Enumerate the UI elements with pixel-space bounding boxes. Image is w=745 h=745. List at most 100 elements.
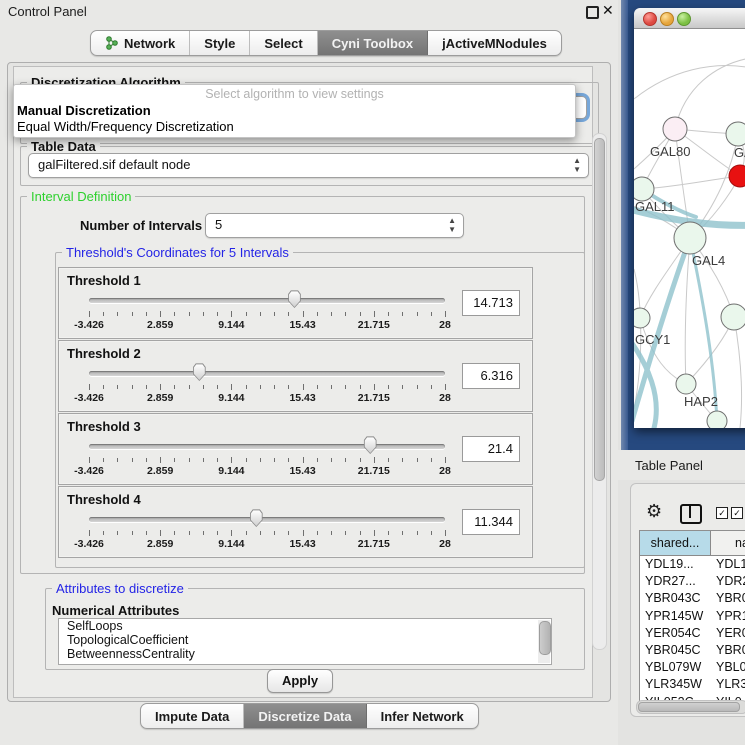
node-gal80[interactable] bbox=[663, 117, 687, 141]
tab-discretize-data[interactable]: Discretize Data bbox=[244, 704, 366, 728]
slider-track[interactable] bbox=[89, 444, 445, 449]
threshold-value-field[interactable]: 6.316 bbox=[462, 363, 520, 389]
cyni-bottom-tabs: Impute Data Discretize Data Infer Networ… bbox=[140, 703, 479, 729]
table-cell[interactable]: YBL0 bbox=[710, 659, 745, 676]
control-panel: Control Panel ✕ Network Style Select Cyn… bbox=[0, 0, 619, 745]
panel-title: Control Panel bbox=[8, 4, 87, 19]
column-header-name[interactable]: na bbox=[711, 531, 745, 555]
table-row[interactable]: YER054CYER0 bbox=[640, 625, 745, 642]
numerical-attributes-list[interactable]: SelfLoops TopologicalCoefficient Between… bbox=[58, 618, 552, 665]
table-cell[interactable]: YER0 bbox=[710, 625, 745, 642]
slider-thumb[interactable] bbox=[363, 436, 378, 454]
table-cell[interactable]: YLR345W bbox=[640, 676, 710, 693]
table-header-row: shared... na bbox=[640, 531, 745, 556]
node-gcy1[interactable] bbox=[634, 308, 650, 328]
popup-item-equal-width[interactable]: Equal Width/Frequency Discretization bbox=[14, 119, 575, 135]
table-cell[interactable]: YPR1 bbox=[710, 608, 745, 625]
table-cell[interactable]: YBR045C bbox=[640, 642, 710, 659]
node-clipped-bottom[interactable] bbox=[707, 411, 727, 428]
threshold-panel-4: Threshold 4 -3.4262.8599.14415.4321.7152… bbox=[58, 486, 533, 558]
popup-item-manual-discretization[interactable]: Manual Discretization bbox=[14, 103, 575, 119]
table-cell[interactable]: YBR0 bbox=[710, 642, 745, 659]
table-cell[interactable]: YDR27... bbox=[640, 573, 710, 590]
number-of-intervals-combobox[interactable]: 5 ▲▼ bbox=[205, 213, 464, 238]
table-row[interactable]: YBR045CYBR0 bbox=[640, 642, 745, 659]
list-item[interactable]: BetweennessCentrality bbox=[59, 648, 551, 661]
float-window-icon[interactable] bbox=[586, 6, 599, 19]
table-cell[interactable]: YPR145W bbox=[640, 608, 710, 625]
network-icon bbox=[105, 36, 119, 50]
threshold-value-field[interactable]: 14.713 bbox=[462, 290, 520, 316]
node-selected-red[interactable] bbox=[729, 165, 745, 187]
group-title: Table Data bbox=[27, 139, 100, 154]
apply-button[interactable]: Apply bbox=[267, 669, 333, 693]
checkbox-checked-icon[interactable]: ✓ bbox=[731, 507, 743, 519]
split-column-icon[interactable] bbox=[680, 504, 702, 524]
tab-cyni-toolbox[interactable]: Cyni Toolbox bbox=[318, 31, 428, 55]
slider-thumb[interactable] bbox=[192, 363, 207, 381]
table-cell[interactable]: YDL1 bbox=[710, 556, 745, 573]
table-cell[interactable]: YDL19... bbox=[640, 556, 710, 573]
tab-select[interactable]: Select bbox=[250, 31, 317, 55]
network-window-titlebar[interactable] bbox=[634, 8, 745, 29]
close-icon[interactable]: ✕ bbox=[602, 2, 614, 19]
control-panel-titlebar: Control Panel ✕ bbox=[0, 0, 618, 22]
node-label-gal4: GAL4 bbox=[692, 253, 725, 268]
close-traffic-light-icon[interactable] bbox=[643, 12, 657, 26]
table-data-combobox[interactable]: galFiltered.sif default node ▲▼ bbox=[28, 153, 589, 178]
node-label-gal11: GAL11 bbox=[635, 199, 675, 214]
table-row[interactable]: YLR345WYLR3 bbox=[640, 676, 745, 693]
tab-network[interactable]: Network bbox=[91, 31, 190, 55]
slider-thumb[interactable] bbox=[287, 290, 302, 308]
slider-track[interactable] bbox=[89, 517, 445, 522]
horizontal-scrollbar[interactable] bbox=[636, 700, 745, 714]
node-clipped-right[interactable] bbox=[721, 304, 745, 330]
scrollbar-thumb[interactable] bbox=[638, 702, 740, 712]
node-attribute-table: shared... na YDL19...YDL1YDR27...YDR2YBR… bbox=[639, 530, 745, 702]
slider-track[interactable] bbox=[89, 371, 445, 376]
table-cell[interactable]: YER054C bbox=[640, 625, 710, 642]
table-panel-titlebar: Table Panel bbox=[618, 450, 745, 480]
list-item[interactable]: TopologicalCoefficient bbox=[59, 634, 551, 647]
table-cell[interactable]: YDR2 bbox=[710, 573, 745, 590]
list-scrollbar[interactable] bbox=[538, 620, 550, 663]
gear-icon[interactable]: ⚙ bbox=[646, 501, 662, 522]
algorithm-dropdown-popup: Select algorithm to view settings Manual… bbox=[13, 84, 576, 138]
tab-infer-network[interactable]: Infer Network bbox=[367, 704, 478, 728]
tab-impute-data[interactable]: Impute Data bbox=[141, 704, 244, 728]
zoom-traffic-light-icon[interactable] bbox=[677, 12, 691, 26]
table-row[interactable]: YBR043CYBR0 bbox=[640, 590, 745, 607]
table-cell[interactable]: YBL079W bbox=[640, 659, 710, 676]
network-canvas[interactable]: GAL80 GA C GAL11 GAL4 GCY1 H HAP2 bbox=[634, 29, 745, 428]
node-table-body: YDL19...YDL1YDR27...YDR2YBR043CYBR0YPR14… bbox=[640, 556, 745, 702]
node-gal11[interactable] bbox=[634, 177, 654, 201]
node-gal4[interactable] bbox=[674, 222, 706, 254]
slider-thumb[interactable] bbox=[249, 509, 264, 527]
scrollbar-thumb[interactable] bbox=[594, 138, 605, 481]
group-title: Threshold's Coordinates for 5 Intervals bbox=[62, 245, 293, 260]
tab-jactivemnodules[interactable]: jActiveMNodules bbox=[428, 31, 561, 55]
column-header-shared-name[interactable]: shared... bbox=[640, 531, 711, 555]
node-clipped-top[interactable] bbox=[726, 122, 745, 146]
threshold-value-field[interactable]: 11.344 bbox=[462, 509, 520, 535]
checkbox-checked-icon[interactable]: ✓ bbox=[716, 507, 728, 519]
minimize-traffic-light-icon[interactable] bbox=[660, 12, 674, 26]
table-panel-title: Table Panel bbox=[635, 458, 703, 473]
group-title: Attributes to discretize bbox=[52, 581, 188, 596]
table-row[interactable]: YBL079WYBL0 bbox=[640, 659, 745, 676]
list-item[interactable]: SelfLoops bbox=[59, 620, 551, 633]
table-row[interactable]: YPR145WYPR1 bbox=[640, 608, 745, 625]
threshold-value-field[interactable]: 21.4 bbox=[462, 436, 520, 462]
table-panel: ⚙ ✓ ✓ shared... na YDL19...YDL1YDR27...Y… bbox=[630, 483, 745, 717]
tab-style[interactable]: Style bbox=[190, 31, 250, 55]
node-hap2[interactable] bbox=[676, 374, 696, 394]
control-panel-tabs: Network Style Select Cyni Toolbox jActiv… bbox=[90, 30, 562, 56]
table-row[interactable]: YDR27...YDR2 bbox=[640, 573, 745, 590]
panel-scrollbar[interactable] bbox=[592, 133, 607, 650]
table-cell[interactable]: YBR0 bbox=[710, 590, 745, 607]
number-of-intervals-label: Number of Intervals bbox=[80, 218, 202, 233]
table-row[interactable]: YDL19...YDL1 bbox=[640, 556, 745, 573]
slider-track[interactable] bbox=[89, 298, 445, 303]
table-cell[interactable]: YLR3 bbox=[710, 676, 745, 693]
table-cell[interactable]: YBR043C bbox=[640, 590, 710, 607]
